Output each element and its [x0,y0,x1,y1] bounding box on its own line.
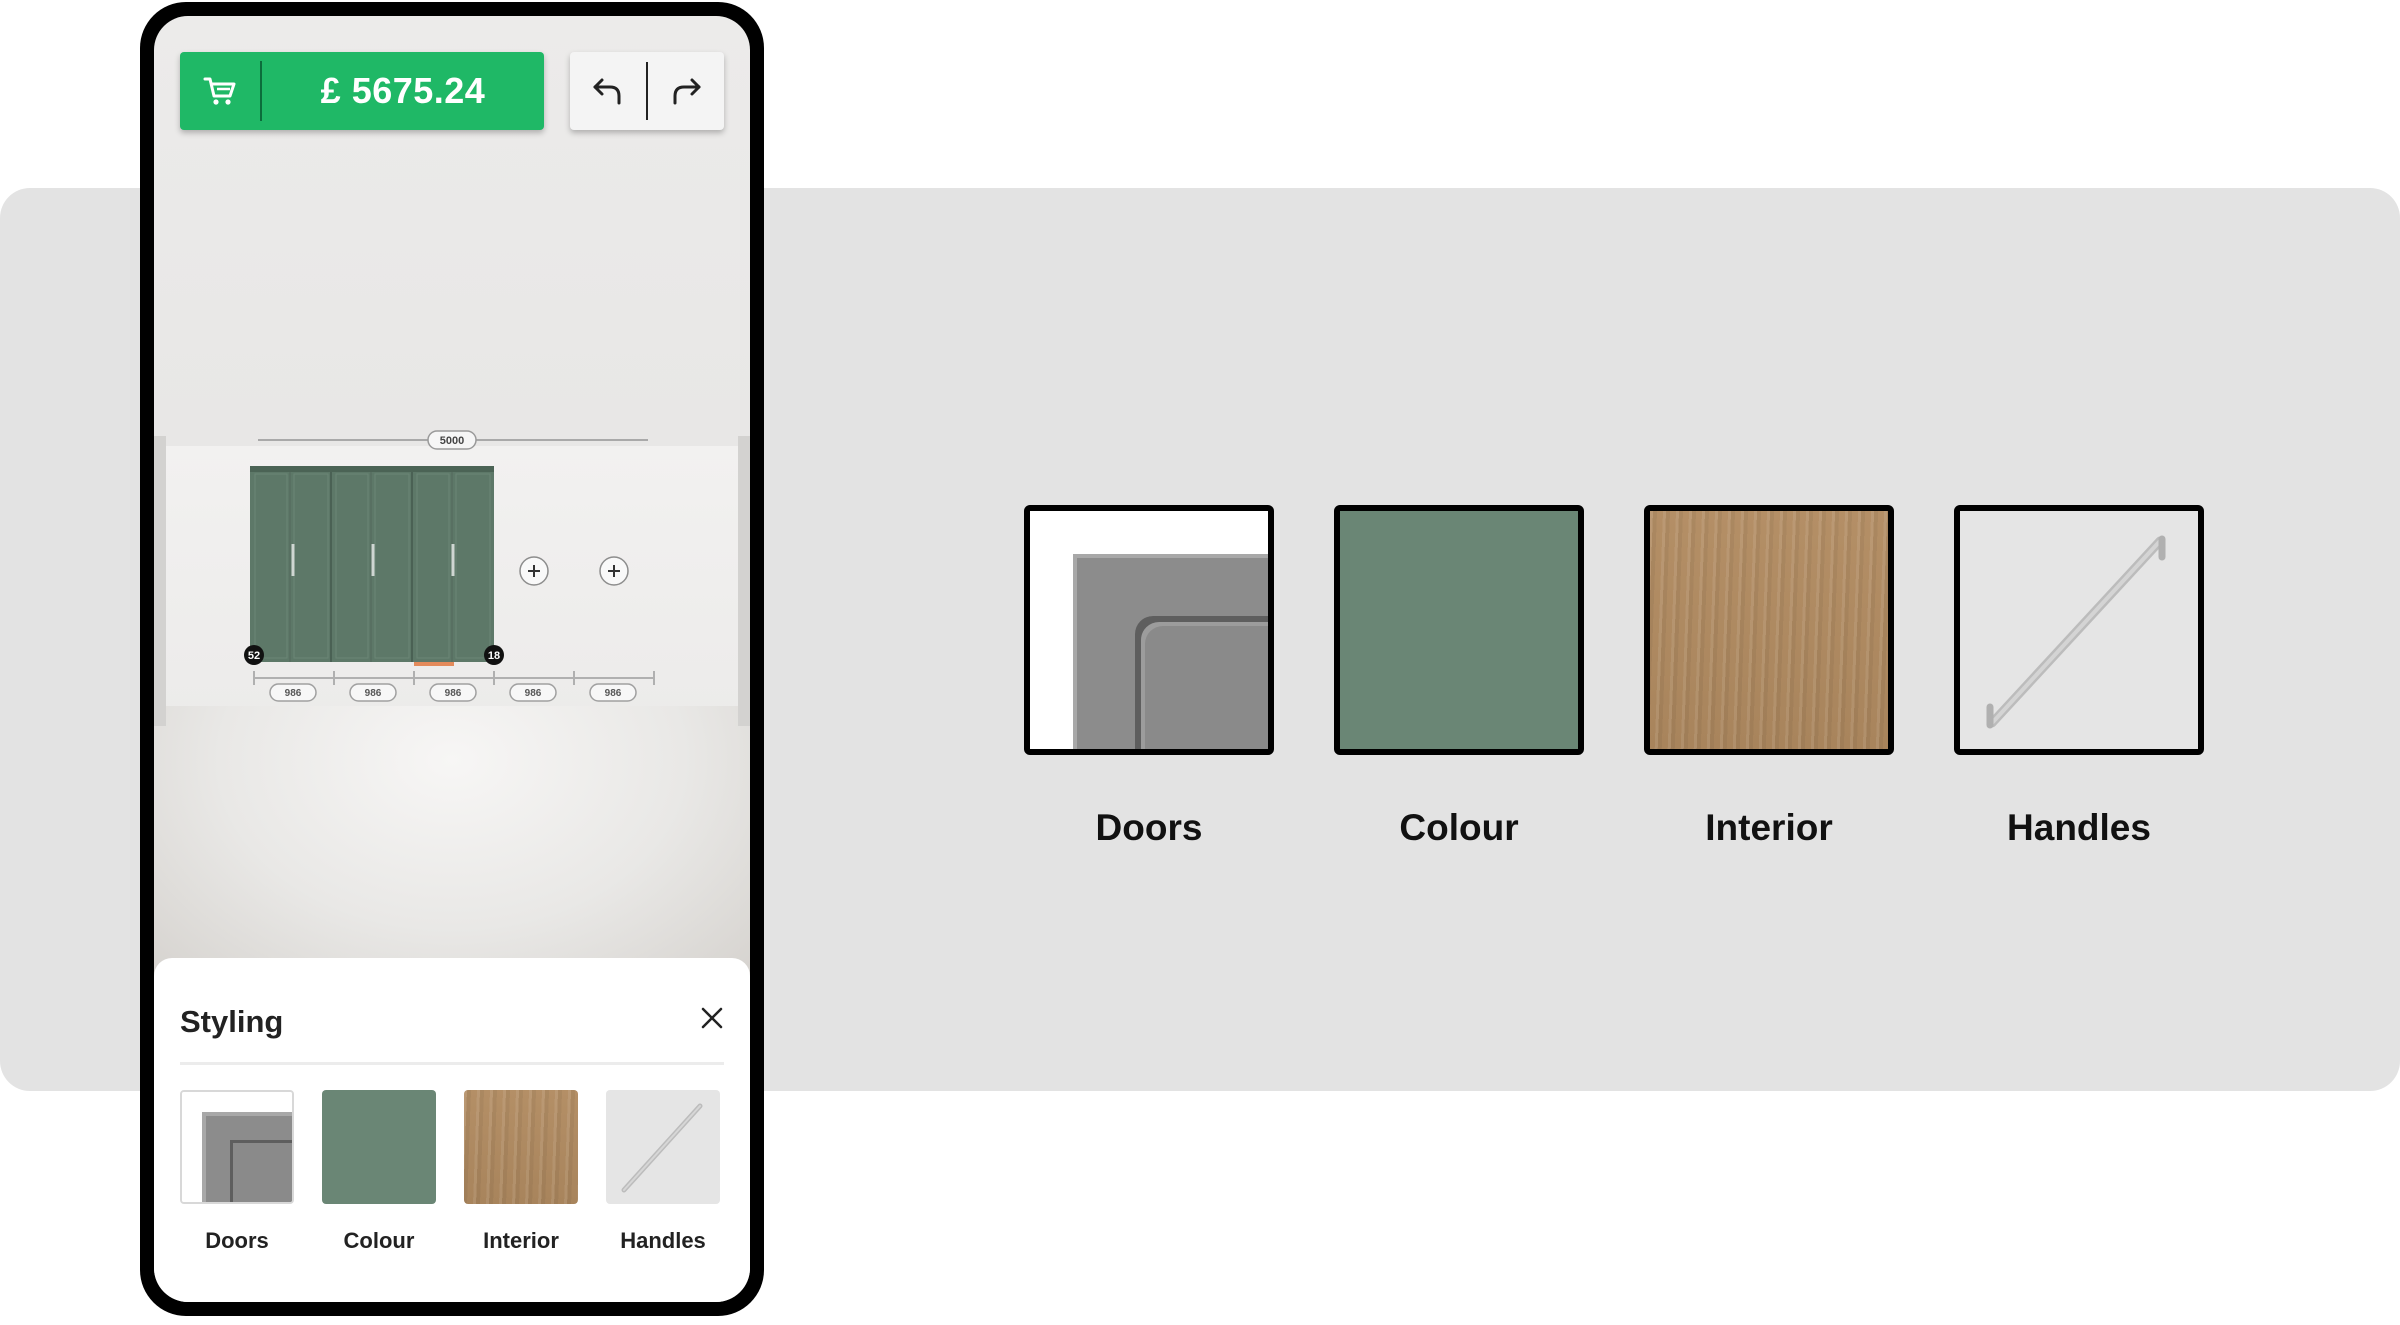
styling-label-interior: Interior [483,1228,559,1253]
phone-frame: 5000 52 18 986 986 986 986 986 £ 5675.24… [140,2,764,1316]
redo-button[interactable] [648,52,724,130]
section-width-text: 986 [365,688,382,699]
section-width-text: 986 [525,688,542,699]
styling-option-colour[interactable]: Colour [322,1090,436,1254]
oak-wood-sample [1650,511,1888,749]
showcase-label-doors: Doors [1095,807,1203,848]
handles-thumbnail[interactable] [606,1090,720,1204]
handle-sample [1960,511,2198,749]
section-width-1[interactable]: 986 [269,683,317,702]
close-icon [701,1007,723,1029]
bar-handle-icon [1986,535,2166,729]
wardrobe[interactable] [250,466,494,666]
section-width-2[interactable]: 986 [349,683,397,702]
handle-sample [606,1090,720,1204]
oak-wood-sample [464,1090,578,1204]
doors-thumbnail[interactable] [180,1090,294,1204]
phone-screen: 5000 52 18 986 986 986 986 986 £ 5675.24… [154,16,750,1302]
history-controls [570,52,724,130]
add-section-button-2[interactable] [599,556,629,586]
showcase-option-interior[interactable]: Interior [1644,505,1894,849]
wardrobe-scene: 5000 52 18 986 986 986 986 986 [244,430,655,702]
styling-option-handles[interactable]: Handles [606,1090,720,1254]
styling-panel: Styling Doors Colour Interior Handles [154,958,750,1302]
showcase-option-colour[interactable]: Colour [1334,505,1584,849]
section-width-5[interactable]: 986 [589,683,637,702]
interior-thumbnail[interactable] [464,1090,578,1204]
colour-thumbnail[interactable] [322,1090,436,1204]
showcase-label-handles: Handles [2007,807,2151,848]
styling-option-doors[interactable]: Doors [180,1090,294,1254]
redo-icon [673,78,701,105]
cart-icon [180,75,260,107]
total-price: £ 5675.24 [320,70,486,111]
total-width-text: 5000 [440,435,464,447]
undo-button[interactable] [570,52,646,130]
section-width-text: 986 [285,688,302,699]
colour-sample [1340,511,1578,749]
colour-swatch[interactable] [1334,505,1584,755]
styling-label-colour: Colour [343,1228,415,1253]
door-style-image [1030,511,1268,749]
handles-swatch[interactable] [1954,505,2204,755]
interior-swatch[interactable] [1644,505,1894,755]
cart-price-button[interactable]: £ 5675.24 [180,52,544,130]
showcase-label-interior: Interior [1705,807,1833,848]
styling-label-handles: Handles [620,1228,706,1253]
right-gap-text: 18 [488,650,500,662]
showcase-label-colour: Colour [1399,807,1519,848]
close-button[interactable] [696,1002,728,1034]
styling-label-doors: Doors [205,1228,269,1253]
door-style-image [182,1092,292,1202]
panel-title: Styling [180,1004,284,1039]
section-width-3[interactable]: 986 [429,683,477,702]
doors-swatch[interactable] [1024,505,1274,755]
bar-handle-icon [621,1103,703,1193]
undo-icon [593,78,621,105]
section-width-text: 986 [605,688,622,699]
showcase-option-doors[interactable]: Doors [1024,505,1274,849]
styling-option-interior[interactable]: Interior [464,1090,578,1254]
section-width-text: 986 [445,688,462,699]
showcase-option-handles[interactable]: Handles [1954,505,2204,849]
section-width-4[interactable]: 986 [509,683,557,702]
add-section-button-1[interactable] [519,556,549,586]
panel-divider [180,1062,724,1065]
left-gap-text: 52 [248,650,260,662]
